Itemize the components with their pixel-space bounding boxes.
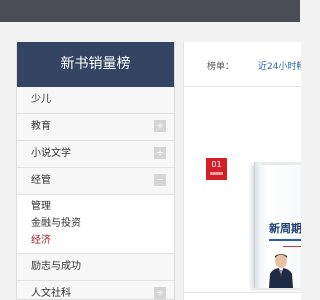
list-label: 榜单： — [207, 62, 235, 72]
sidebar-item-label: 小说文学 — [31, 148, 71, 159]
sidebar-item-business[interactable]: 经管 − — [17, 168, 174, 195]
author-photo — [269, 254, 293, 288]
sidebar-subitem-finance-investment[interactable]: 金融与投资 — [17, 215, 174, 232]
expand-icon[interactable]: + — [154, 120, 166, 132]
sidebar-item-label: 经管 — [31, 175, 51, 186]
ranking-content: 榜单： 近24小时畅 01 新周期 — [183, 42, 301, 300]
sidebar-subitem-economics[interactable]: 经济 — [17, 232, 174, 249]
divider — [184, 292, 301, 293]
sidebar-subitem-management[interactable]: 管理 — [17, 198, 174, 215]
book-cover-red-line — [283, 246, 301, 247]
rank-badge: 01 — [206, 158, 227, 180]
book-cover-title: 新周期 — [269, 222, 301, 235]
sidebar-item-fiction-literature[interactable]: 小说文学 + — [17, 141, 174, 168]
tab-last-24-hours[interactable]: 近24小时畅 — [258, 59, 301, 72]
top-header-bar — [0, 0, 300, 22]
divider — [184, 86, 301, 87]
expand-icon[interactable]: + — [154, 287, 166, 299]
sidebar-item-self-help[interactable]: 励志与成功 — [17, 254, 174, 281]
book-cover-top-strip — [261, 162, 301, 165]
rank-number: 01 — [211, 160, 222, 169]
sidebar-item-label: 励志与成功 — [31, 261, 81, 272]
book-cover[interactable]: 新周期 — [254, 162, 301, 288]
book-cover-blue-line — [269, 239, 301, 241]
rank-badge-stripe — [210, 172, 223, 175]
sidebar-title: 新书销量榜 — [17, 42, 174, 87]
expand-icon[interactable]: + — [154, 147, 166, 159]
business-subcategory-list: 管理 金融与投资 经济 — [17, 195, 174, 254]
sidebar-item-label: 少儿 — [31, 94, 51, 105]
sidebar-item-children[interactable]: 少儿 — [17, 87, 174, 114]
category-sidebar: 新书销量榜 少儿 教育 + 小说文学 + 经管 − 管理 金融与投资 经济 励志… — [16, 42, 175, 300]
sidebar-item-label: 教育 — [31, 121, 51, 132]
sidebar-item-label: 人文社科 — [31, 288, 71, 299]
collapse-icon[interactable]: − — [154, 174, 166, 186]
sidebar-item-education[interactable]: 教育 + — [17, 114, 174, 141]
sidebar-item-humanities-social[interactable]: 人文社科 + — [17, 281, 174, 299]
